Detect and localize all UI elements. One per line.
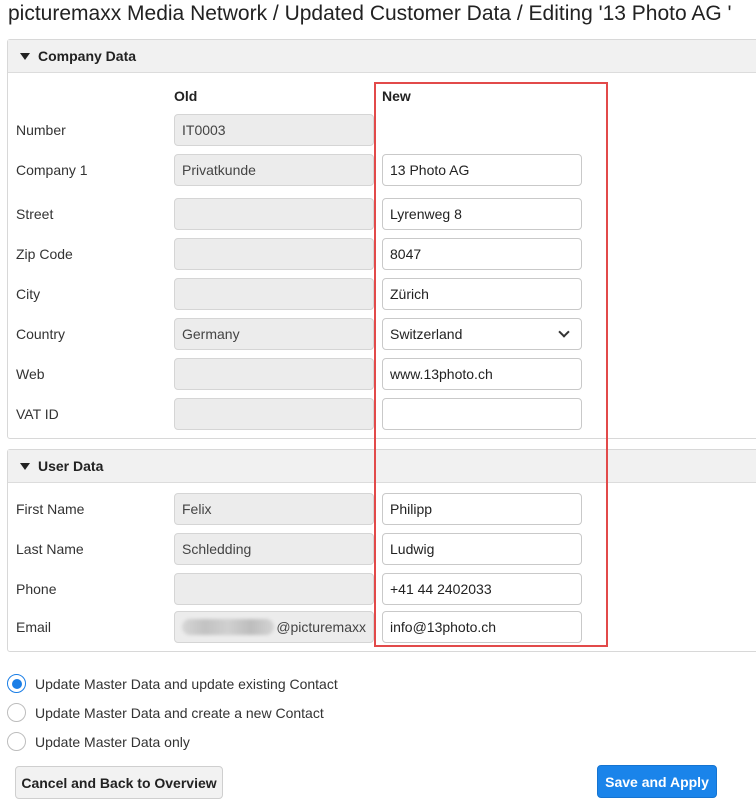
zip-new-input[interactable]: 8047	[382, 238, 582, 270]
option-label: Update Master Data and update existing C…	[35, 675, 338, 692]
phone-new-input[interactable]: +41 44 2402033	[382, 573, 582, 605]
first-name-label: First Name	[16, 501, 85, 517]
last-name-old-field: Schledding	[174, 533, 374, 565]
web-old-field	[174, 358, 374, 390]
web-new-input[interactable]: www.13photo.ch	[382, 358, 582, 390]
last-name-label: Last Name	[16, 541, 84, 557]
option-create-new-contact[interactable]: Update Master Data and create a new Cont…	[7, 703, 324, 722]
collapse-triangle-icon[interactable]	[20, 462, 30, 470]
option-update-existing-contact[interactable]: Update Master Data and update existing C…	[7, 674, 338, 693]
street-label: Street	[16, 206, 54, 222]
page-title: picturemaxx Media Network / Updated Cust…	[8, 2, 732, 25]
zip-label: Zip Code	[16, 246, 73, 262]
vat-new-input[interactable]	[382, 398, 582, 430]
save-and-apply-button[interactable]: Save and Apply	[597, 765, 717, 798]
company1-label: Company 1	[16, 162, 88, 178]
radio-unselected-icon[interactable]	[7, 703, 26, 722]
radio-selected-icon[interactable]	[7, 674, 26, 693]
city-new-input[interactable]: Zürich	[382, 278, 582, 310]
vat-old-field	[174, 398, 374, 430]
number-old-field: IT0003	[174, 114, 374, 146]
phone-label: Phone	[16, 581, 57, 597]
redacted-email-blur	[182, 619, 275, 635]
email-old-domain: @picturemaxx	[276, 619, 366, 635]
company1-new-input[interactable]: 13 Photo AG	[382, 154, 582, 186]
phone-old-field	[174, 573, 374, 605]
email-old-field: @picturemaxx	[174, 611, 374, 643]
company-data-title: Company Data	[38, 48, 137, 64]
old-column-header: Old	[174, 88, 198, 104]
vat-label: VAT ID	[16, 406, 59, 422]
new-column-header: New	[382, 88, 411, 104]
option-label: Update Master Data only	[35, 733, 190, 750]
email-label: Email	[16, 619, 52, 635]
company-data-header[interactable]: Company Data	[8, 40, 756, 73]
first-name-old-field: Felix	[174, 493, 374, 525]
country-label: Country	[16, 326, 66, 342]
country-old-field: Germany	[174, 318, 374, 350]
last-name-new-input[interactable]: Ludwig	[382, 533, 582, 565]
option-master-data-only[interactable]: Update Master Data only	[7, 732, 190, 751]
user-data-header[interactable]: User Data	[8, 450, 756, 483]
web-label: Web	[16, 366, 45, 382]
collapse-triangle-icon[interactable]	[20, 52, 30, 60]
company1-old-field: Privatkunde	[174, 154, 374, 186]
city-old-field	[174, 278, 374, 310]
street-new-input[interactable]: Lyrenweg 8	[382, 198, 582, 230]
option-label: Update Master Data and create a new Cont…	[35, 704, 324, 721]
country-selected-value: Switzerland	[390, 326, 463, 342]
radio-unselected-icon[interactable]	[7, 732, 26, 751]
country-new-select[interactable]: Switzerland	[382, 318, 582, 350]
city-label: City	[16, 286, 41, 302]
cancel-button[interactable]: Cancel and Back to Overview	[15, 766, 223, 799]
zip-old-field	[174, 238, 374, 270]
first-name-new-input[interactable]: Philipp	[382, 493, 582, 525]
chevron-down-icon	[558, 326, 570, 338]
number-label: Number	[16, 122, 66, 138]
email-new-input[interactable]: info@13photo.ch	[382, 611, 582, 643]
street-old-field	[174, 198, 374, 230]
user-data-title: User Data	[38, 458, 104, 474]
